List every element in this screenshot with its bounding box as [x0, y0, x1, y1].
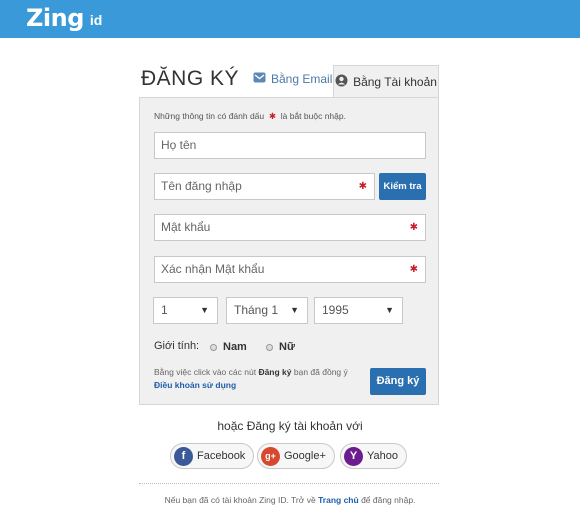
terms-bold: Đăng ký	[258, 367, 292, 377]
required-note: Những thông tin có đánh dấu ✱ là bắt buộ…	[154, 111, 346, 122]
footer-text-2: để đăng nhập.	[361, 495, 416, 505]
year-select[interactable]: 1995 ▼	[314, 297, 403, 324]
page-title: ĐĂNG KÝ	[141, 67, 240, 90]
password-placeholder: Mật khẩu	[161, 220, 211, 234]
footer-text: Nếu bạn đã có tài khoản Zing ID. Trở về …	[0, 495, 580, 505]
tab-account[interactable]: Bằng Tài khoản	[333, 65, 439, 98]
gender-female-label: Nữ	[279, 341, 295, 353]
register-panel: Những thông tin có đánh dấu ✱ là bắt buộ…	[139, 97, 439, 405]
register-button[interactable]: Đăng ký	[370, 368, 426, 395]
username-field[interactable]: Tên đăng nhập ✱	[154, 173, 375, 200]
gender-male-radio[interactable]: Nam	[210, 341, 247, 353]
username-placeholder: Tên đăng nhập	[161, 179, 242, 193]
terms-text: Bằng việc click vào các nút Đăng ký bạn …	[154, 366, 354, 392]
note-suffix: là bắt buộc nhập.	[280, 111, 346, 121]
facebook-label: Facebook	[197, 450, 246, 462]
password-field[interactable]: Mật khẩu ✱	[154, 214, 426, 241]
caret-down-icon: ▼	[385, 305, 394, 315]
month-value: Tháng 1	[234, 303, 279, 317]
caret-down-icon: ▼	[290, 305, 299, 315]
month-select[interactable]: Tháng 1 ▼	[226, 297, 308, 324]
facebook-button[interactable]: f Facebook	[170, 443, 255, 469]
radio-icon	[210, 343, 217, 351]
user-icon	[335, 74, 348, 90]
gender-male-label: Nam	[223, 341, 247, 353]
google-label: Google+	[284, 450, 326, 462]
tab-email-label: Bằng Email	[271, 72, 333, 86]
envelope-icon	[253, 72, 266, 86]
google-plus-icon: g+	[261, 446, 280, 466]
top-bar: Zing id	[0, 0, 580, 38]
terms-link[interactable]: Điều khoản sử dụng	[154, 380, 236, 390]
required-star-icon: ✱	[409, 264, 418, 275]
logo-text: Zing	[26, 4, 84, 32]
footer-text-1: Nếu bạn đã có tài khoản Zing ID. Trở về	[164, 495, 316, 505]
google-button[interactable]: g+ Google+	[257, 443, 335, 469]
zing-id-logo[interactable]: Zing id	[26, 3, 102, 33]
caret-down-icon: ▼	[200, 305, 209, 315]
tab-account-label: Bằng Tài khoản	[353, 75, 437, 89]
required-star-icon: ✱	[266, 111, 279, 121]
social-heading: hoặc Đăng ký tài khoản với	[217, 419, 363, 433]
check-username-button[interactable]: Kiểm tra	[379, 173, 426, 200]
day-select[interactable]: 1 ▼	[153, 297, 218, 324]
yahoo-label: Yahoo	[367, 450, 398, 462]
facebook-icon: f	[174, 446, 193, 466]
fullname-field[interactable]: Họ tên	[154, 132, 426, 159]
gender-female-radio[interactable]: Nữ	[266, 341, 295, 353]
year-value: 1995	[322, 303, 349, 317]
terms-text-1: Bằng việc click vào các nút	[154, 367, 257, 377]
yahoo-icon: Y	[344, 446, 363, 466]
required-star-icon: ✱	[409, 222, 418, 233]
fullname-placeholder: Họ tên	[161, 138, 197, 152]
radio-icon	[266, 343, 273, 351]
homepage-link[interactable]: Trang chủ	[318, 495, 359, 505]
divider	[139, 483, 439, 484]
day-value: 1	[161, 303, 168, 317]
terms-text-2: bạn đã đồng ý	[293, 367, 348, 377]
required-star-icon: ✱	[358, 181, 367, 192]
note-prefix: Những thông tin có đánh dấu	[154, 111, 265, 121]
tab-email[interactable]: Bằng Email	[253, 72, 332, 86]
confirm-password-field[interactable]: Xác nhận Mật khẩu ✱	[154, 256, 426, 283]
gender-label: Giới tính:	[154, 340, 200, 352]
logo-suffix: id	[89, 12, 103, 28]
yahoo-button[interactable]: Y Yahoo	[340, 443, 407, 469]
confirm-password-placeholder: Xác nhận Mật khẩu	[161, 262, 265, 276]
